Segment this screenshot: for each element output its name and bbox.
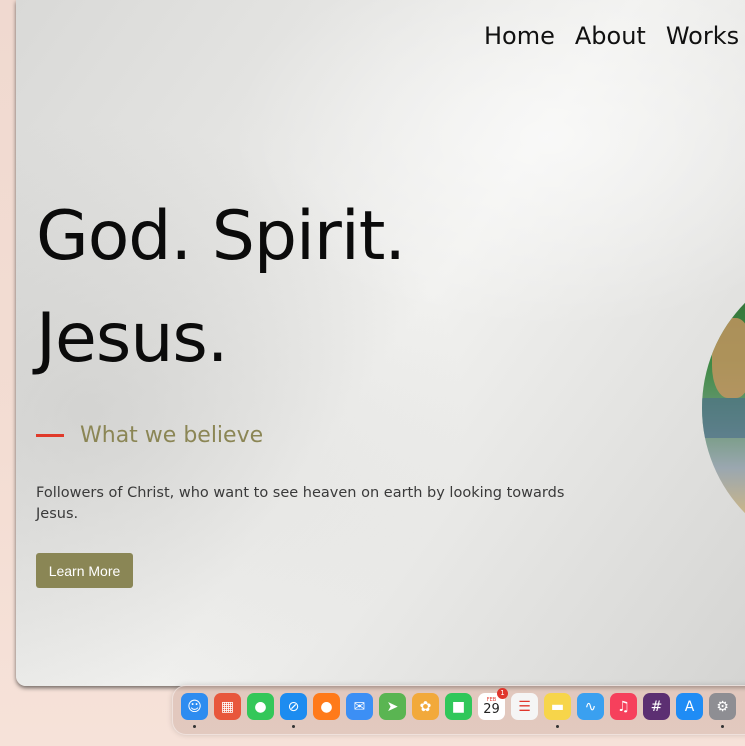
running-indicator bbox=[556, 725, 559, 728]
nav-home-link[interactable]: Home bbox=[484, 22, 555, 50]
browser-window: Home About Works God. Spirit. Jesus. Wha… bbox=[16, 0, 745, 686]
finder-icon[interactable]: ☺ bbox=[181, 693, 208, 728]
nav-about-link[interactable]: About bbox=[575, 22, 646, 50]
slack-icon[interactable]: # bbox=[643, 693, 670, 720]
safari-icon[interactable]: ⊘ bbox=[280, 693, 307, 728]
system-settings-icon[interactable]: ⚙ bbox=[709, 693, 736, 728]
mail-icon[interactable]: ✉ bbox=[346, 693, 373, 720]
calendar-icon[interactable]: FEB 29 1 bbox=[478, 688, 508, 720]
hero-title: God. Spirit. Jesus. bbox=[36, 186, 406, 390]
maps-icon[interactable]: ➤ bbox=[379, 693, 406, 720]
running-indicator bbox=[292, 725, 295, 728]
photos-icon[interactable]: ✿ bbox=[412, 693, 439, 720]
facetime-icon[interactable]: ■ bbox=[445, 693, 472, 720]
dock-icons: ☺ ▦ ● ⊘ ● ✉ ➤ ✿ ■ FEB 29 1 ☰ ▬ ∿ ♫ # A ⚙ bbox=[181, 688, 736, 728]
messages-icon[interactable]: ● bbox=[247, 693, 274, 720]
calendar-day-label: 29 bbox=[483, 702, 500, 717]
hero-subtitle: What we believe bbox=[80, 423, 264, 448]
main-nav: Home About Works bbox=[484, 22, 739, 50]
hero-title-line-2: Jesus. bbox=[36, 299, 228, 378]
running-indicator bbox=[721, 725, 724, 728]
firefox-icon[interactable]: ● bbox=[313, 693, 340, 720]
hero-title-line-1: God. Spirit. bbox=[36, 197, 406, 276]
launchpad-icon[interactable]: ▦ bbox=[214, 693, 241, 720]
running-indicator bbox=[193, 725, 196, 728]
desktop: Home About Works God. Spirit. Jesus. Wha… bbox=[0, 0, 745, 746]
nav-works-link[interactable]: Works bbox=[666, 22, 739, 50]
subtitle-row: What we believe bbox=[36, 423, 263, 448]
learn-more-button[interactable]: Learn More bbox=[36, 553, 133, 588]
accent-line bbox=[36, 434, 64, 437]
hero-image bbox=[702, 258, 745, 558]
dock: ☺ ▦ ● ⊘ ● ✉ ➤ ✿ ■ FEB 29 1 ☰ ▬ ∿ ♫ # A ⚙ bbox=[172, 685, 745, 735]
notes-icon[interactable]: ▬ bbox=[544, 693, 571, 728]
music-icon[interactable]: ♫ bbox=[610, 693, 637, 720]
hero-description: Followers of Christ, who want to see hea… bbox=[36, 485, 565, 522]
freeform-icon[interactable]: ∿ bbox=[577, 693, 604, 720]
reminders-icon[interactable]: ☰ bbox=[511, 693, 538, 720]
calendar-badge: 1 bbox=[497, 688, 508, 699]
app-store-icon[interactable]: A bbox=[676, 693, 703, 720]
